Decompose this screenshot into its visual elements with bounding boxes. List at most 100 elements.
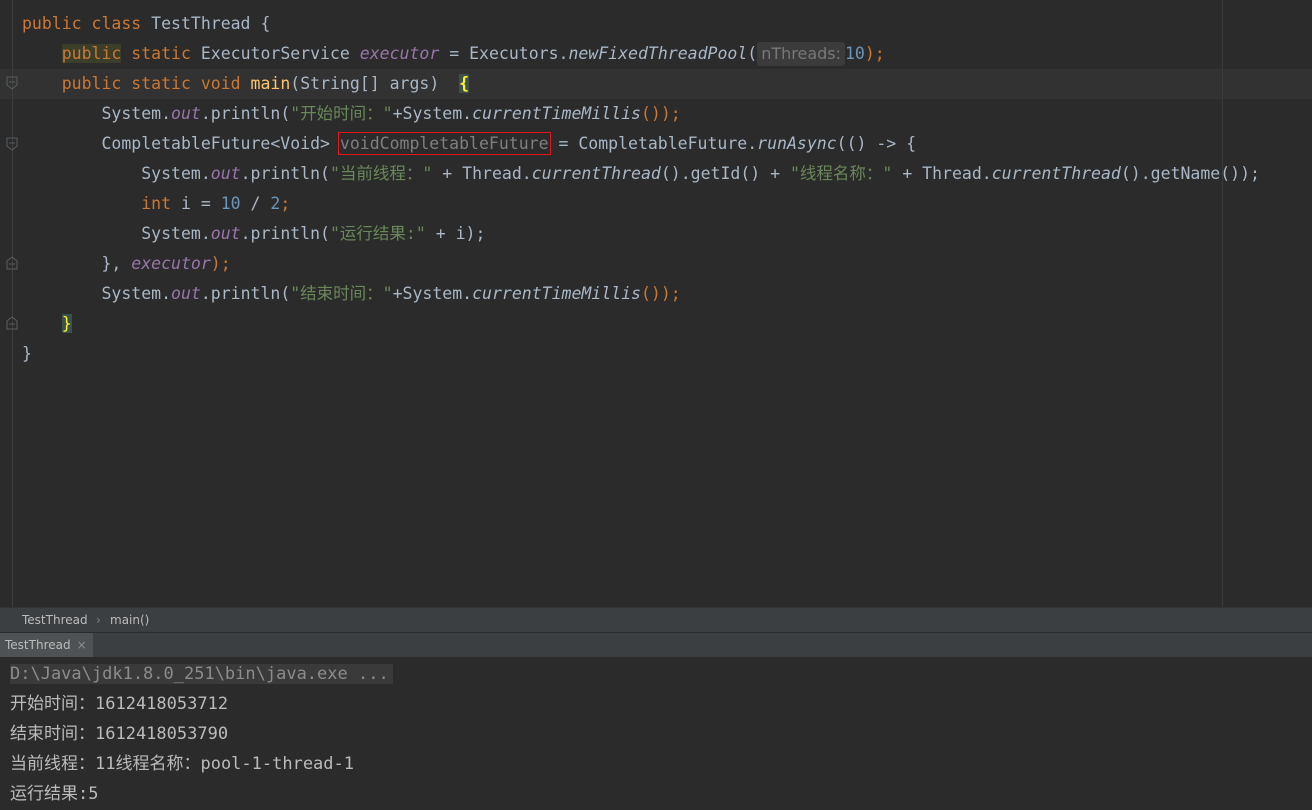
code-line-11: } (22, 309, 72, 339)
chevron-right-icon: › (96, 613, 101, 627)
string-literal: "结束时间：" (290, 284, 393, 303)
keyword: public (61, 74, 122, 93)
method-call: runAsync (757, 134, 837, 153)
string-literal: "线程名称：" (790, 164, 893, 183)
field-name: out (171, 104, 201, 123)
keyword: static (131, 74, 191, 93)
method-call: .println( (200, 284, 291, 303)
run-console[interactable]: D:\Java\jdk1.8.0_251\bin\java.exe ... 开始… (0, 657, 1312, 810)
close-icon[interactable]: × (77, 638, 87, 652)
gutter-divider (12, 0, 13, 607)
method-call: ().getName()); (1120, 164, 1260, 183)
brace: { (260, 14, 271, 33)
string-literal: "运行结果:" (329, 224, 426, 243)
method-call: .println( (240, 224, 330, 243)
fold-icon[interactable] (5, 316, 19, 330)
code-line-5: CompletableFuture<Void> voidCompletableF… (22, 129, 916, 159)
breadcrumb-class[interactable]: TestThread (22, 608, 88, 632)
punctuation: ()); (641, 104, 681, 123)
code-line-3: public static void main(String[] args) { (22, 69, 470, 99)
field-name: out (171, 284, 201, 303)
method-call: currentThread (991, 164, 1121, 183)
string-literal: "当前线程：" (329, 164, 433, 183)
method-name: main (250, 74, 291, 93)
parameter-hint: nThreads: (757, 42, 845, 66)
class-ref: Executors. (469, 44, 569, 63)
class-ref: + Thread. (442, 164, 532, 183)
keyword: static (131, 44, 191, 63)
keyword: void (200, 74, 241, 93)
parameters: (String[] args) (290, 74, 440, 93)
punctuation: ; (280, 194, 291, 213)
code-line-2: public static ExecutorService executor =… (22, 39, 885, 69)
operator: / (250, 194, 271, 213)
code-line-9: }, executor); (22, 249, 231, 279)
code-editor[interactable]: public class TestThread { public static … (0, 0, 1312, 607)
matched-brace: } (61, 314, 72, 333)
class-ref: + Thread. (902, 164, 992, 183)
class-ref: System. (101, 104, 172, 123)
code-line-4: System.out.println("开始时间："+System.curren… (22, 99, 681, 129)
fold-icon[interactable] (5, 76, 19, 90)
field-name: executor (131, 254, 211, 273)
number-literal: 10 (845, 44, 865, 63)
assignment: i = (180, 194, 221, 213)
method-call: newFixedThreadPool (568, 44, 748, 63)
brace: } (22, 344, 32, 363)
lambda-start: (() -> { (836, 134, 917, 153)
breadcrumb: TestThread › main() (0, 607, 1312, 632)
code-line-8: System.out.println("运行结果:" + i); (22, 219, 485, 249)
keyword: int (141, 194, 172, 213)
punctuation: ()); (641, 284, 681, 303)
method-call: currentTimeMillis (472, 104, 641, 123)
console-output-line: 当前线程：11线程名称：pool-1-thread-1 (10, 754, 354, 774)
matched-brace: { (459, 74, 470, 93)
class-ref: System. (101, 284, 172, 303)
method-call: currentTimeMillis (472, 284, 641, 303)
class-name: TestThread (151, 14, 251, 33)
field-name: out (210, 224, 241, 243)
console-command-line: D:\Java\jdk1.8.0_251\bin\java.exe ... (10, 659, 393, 689)
method-call: ().getId() + (660, 164, 781, 183)
console-output-line: 结束时间：1612418053790 (10, 724, 229, 744)
tab-label: TestThread (5, 638, 71, 652)
java-command: D:\Java\jdk1.8.0_251\bin\java.exe ... (10, 664, 393, 684)
run-tool-window-tabs: TestThread × (0, 632, 1312, 657)
right-margin-guide (1222, 0, 1223, 607)
code-line-7: int i = 10 / 2; (22, 189, 290, 219)
class-ref: +System. (392, 104, 473, 123)
type-name: CompletableFuture<Void> (101, 134, 330, 153)
type-name: ExecutorService (200, 44, 350, 63)
keyword: public (61, 44, 122, 63)
string-literal: "开始时间：" (290, 104, 393, 123)
number-literal: 2 (270, 194, 281, 213)
code-line-6: System.out.println("当前线程：" + Thread.curr… (22, 159, 1260, 189)
method-call: currentThread (531, 164, 661, 183)
lambda-end: }, (101, 254, 122, 273)
breadcrumb-method[interactable]: main() (110, 608, 149, 632)
code-line-10: System.out.println("结束时间："+System.curren… (22, 279, 681, 309)
tab-run-testthread[interactable]: TestThread × (0, 633, 93, 657)
field-name: out (210, 164, 241, 183)
method-call: + i); (435, 224, 486, 243)
class-ref: +System. (392, 284, 473, 303)
fold-icon[interactable] (5, 256, 19, 270)
method-call: .println( (200, 104, 291, 123)
paren: ( (747, 44, 758, 63)
method-call: .println( (240, 164, 330, 183)
punctuation: ); (864, 44, 885, 63)
field-name: executor (359, 44, 440, 63)
fold-icon[interactable] (5, 137, 19, 151)
number-literal: 10 (220, 194, 241, 213)
keyword: public (22, 14, 82, 33)
punctuation: ); (210, 254, 231, 273)
class-ref: System. (141, 164, 211, 183)
class-ref: = CompletableFuture. (558, 134, 758, 153)
code-line-1: public class TestThread { (22, 9, 270, 39)
operator: = (449, 44, 460, 63)
class-ref: System. (141, 224, 211, 243)
code-line-12: } (22, 339, 32, 369)
console-output-line: 运行结果:5 (10, 784, 99, 804)
highlighted-variable[interactable]: voidCompletableFuture (337, 132, 551, 155)
console-output-line: 开始时间：1612418053712 (10, 694, 229, 714)
